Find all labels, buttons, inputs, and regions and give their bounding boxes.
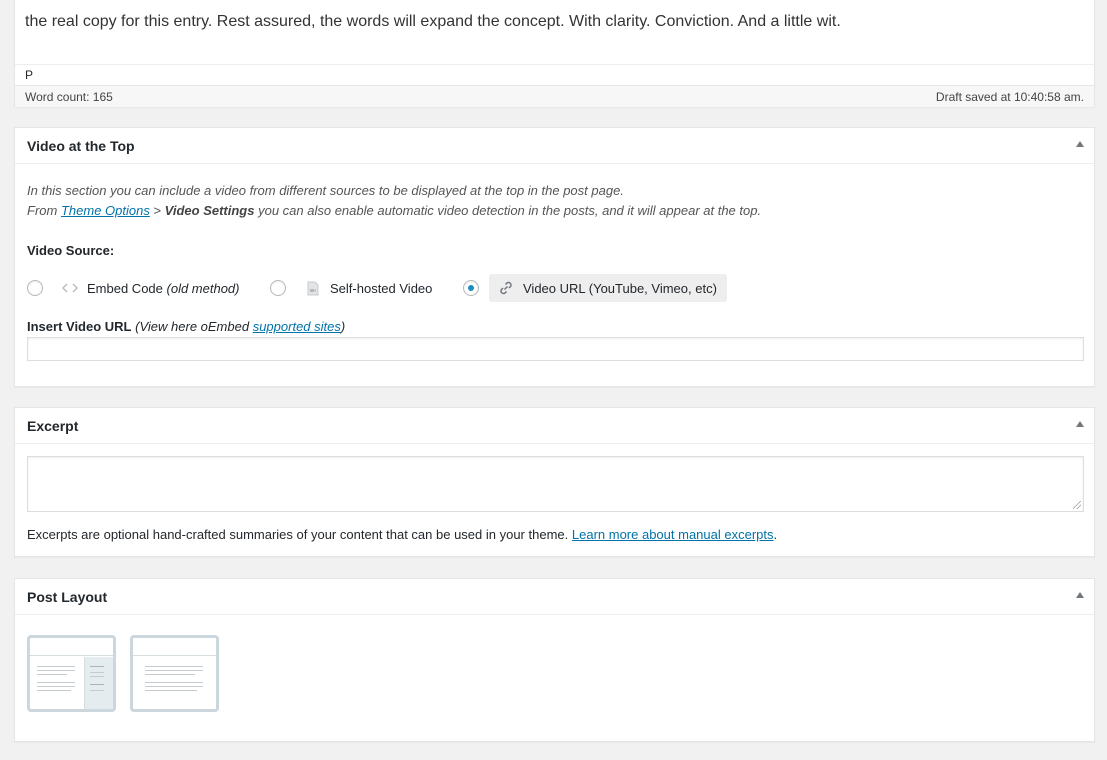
insert-close: ): [340, 319, 346, 334]
excerpt-metabox-header[interactable]: Excerpt: [15, 408, 1094, 444]
layout-content-sidebar[interactable]: [27, 635, 116, 712]
editor-path-label: P: [25, 68, 34, 82]
code-icon: [61, 279, 79, 297]
supported-sites-link[interactable]: supported sites: [253, 319, 341, 334]
video-url-label: Video URL (YouTube, Vimeo, etc): [523, 280, 717, 296]
resize-grip-icon[interactable]: [1073, 501, 1081, 509]
editor-path[interactable]: P: [15, 64, 1094, 85]
layout-header-block: [30, 638, 113, 656]
editor-box: the real copy for this entry. Rest assur…: [14, 0, 1095, 107]
layout-sidebar-block: [84, 657, 113, 709]
video-toggle-button[interactable]: [1058, 128, 1094, 164]
post-layout-metabox: Post Layout: [14, 578, 1095, 742]
video-url-input[interactable]: [27, 337, 1084, 361]
excerpt-metabox: Excerpt Excerpts are optional hand-craft…: [14, 407, 1095, 557]
excerpt-help-end: .: [773, 527, 778, 542]
video-source-options: Embed Code (old method) Self-hosted Vide…: [27, 273, 927, 303]
link-icon: [497, 279, 515, 297]
radio-button-checked[interactable]: [463, 280, 479, 296]
excerpt-textarea[interactable]: [27, 456, 1084, 512]
radio-self-hosted[interactable]: Self-hosted Video: [270, 273, 442, 303]
editor-status-bar: Word count: 165 Draft saved at 10:40:58 …: [15, 85, 1094, 107]
video-settings-text: Video Settings: [164, 203, 255, 218]
manual-excerpts-link[interactable]: Learn more about manual excerpts: [572, 527, 774, 542]
radio-video-url[interactable]: Video URL (YouTube, Vimeo, etc): [463, 273, 727, 303]
video-metabox-title: Video at the Top: [27, 138, 135, 154]
desc-from: From: [27, 203, 58, 218]
insert-video-url-label: Insert Video URL (View here oEmbed suppo…: [27, 319, 345, 334]
layout-full-width[interactable]: [130, 635, 219, 712]
radio-button[interactable]: [27, 280, 43, 296]
post-layout-header[interactable]: Post Layout: [15, 579, 1094, 615]
layout-header-block: [133, 638, 216, 656]
excerpt-help: Excerpts are optional hand-crafted summa…: [27, 527, 569, 542]
embed-code-label: Embed Code (old method): [87, 280, 240, 296]
self-hosted-label: Self-hosted Video: [330, 280, 433, 296]
insert-note: (View here oEmbed: [135, 319, 250, 334]
video-desc-line2: From Theme Options > Video Settings you …: [27, 201, 761, 221]
arrow-up-icon: [1076, 141, 1084, 147]
video-metabox: Video at the Top In this section you can…: [14, 127, 1095, 387]
arrow-up-icon: [1076, 421, 1084, 427]
post-layout-title: Post Layout: [27, 589, 108, 605]
video-file-icon: [304, 279, 322, 297]
layout-toggle-button[interactable]: [1058, 579, 1094, 615]
arrow-up-icon: [1076, 592, 1084, 598]
excerpt-title: Excerpt: [27, 418, 79, 434]
desc-gt: >: [149, 203, 165, 218]
editor-content[interactable]: the real copy for this entry. Rest assur…: [25, 9, 841, 35]
radio-button[interactable]: [270, 280, 286, 296]
video-desc-line1: In this section you can include a video …: [27, 183, 624, 198]
video-metabox-header[interactable]: Video at the Top: [15, 128, 1094, 164]
video-source-label: Video Source:: [27, 243, 115, 258]
draft-status: Draft saved at 10:40:58 am.: [935, 90, 1084, 104]
desc-rest: you can also enable automatic video dete…: [254, 203, 762, 218]
excerpt-help-text: Excerpts are optional hand-crafted summa…: [27, 527, 777, 542]
word-count: Word count: 165: [25, 90, 113, 104]
excerpt-toggle-button[interactable]: [1058, 408, 1094, 444]
radio-embed-code[interactable]: Embed Code (old method): [27, 273, 250, 303]
editor-text-line: the real copy for this entry. Rest assur…: [25, 13, 841, 30]
theme-options-link[interactable]: Theme Options: [61, 203, 150, 218]
video-description: In this section you can include a video …: [27, 181, 761, 221]
insert-label-text: Insert Video URL: [27, 319, 132, 334]
